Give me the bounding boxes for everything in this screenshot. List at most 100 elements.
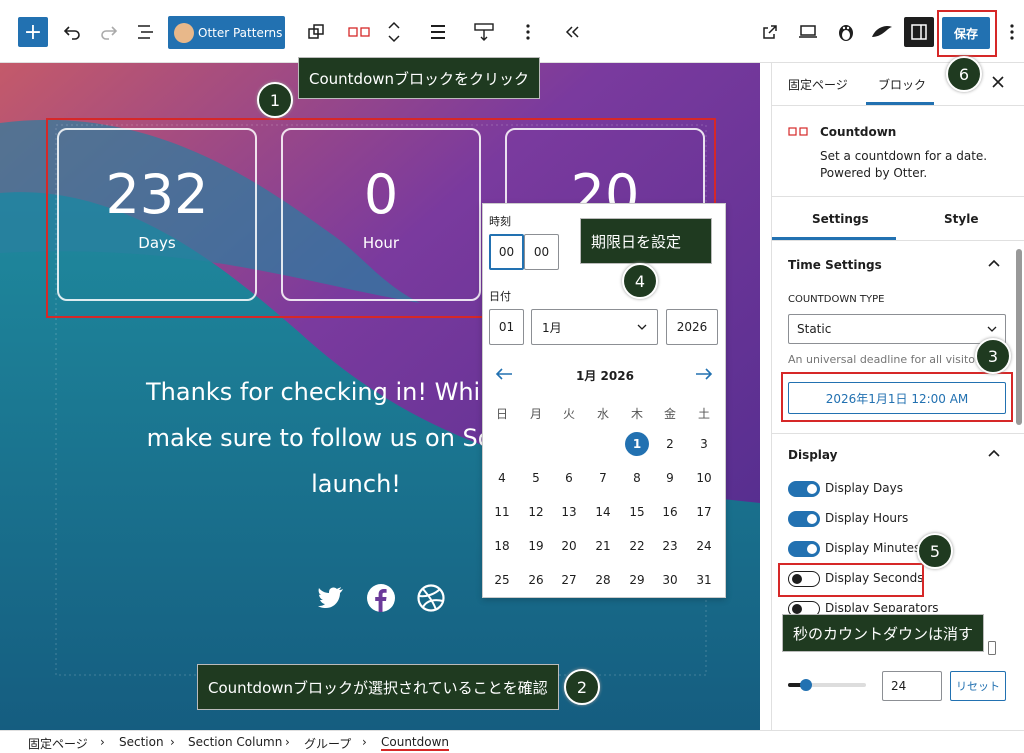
facebook-icon[interactable] bbox=[367, 584, 395, 612]
minute-input[interactable]: 00 bbox=[524, 234, 559, 270]
view-external-icon[interactable] bbox=[756, 16, 784, 48]
redo-icon[interactable] bbox=[95, 16, 123, 48]
calendar-day[interactable]: 2 bbox=[655, 434, 685, 454]
days-label: Days bbox=[138, 234, 176, 252]
align-icon[interactable] bbox=[424, 16, 452, 48]
calendar-day[interactable]: 4 bbox=[487, 468, 517, 488]
calendar-day[interactable]: 15 bbox=[622, 502, 652, 522]
calendar-day[interactable]: 9 bbox=[655, 468, 685, 488]
countdown-block-icon[interactable] bbox=[345, 16, 373, 48]
countdown-help-text: An universal deadline for all visitors bbox=[788, 353, 986, 366]
tab-block[interactable]: ブロック bbox=[878, 76, 926, 93]
calendar-day[interactable]: 13 bbox=[554, 502, 584, 522]
calendar-day[interactable]: 14 bbox=[588, 502, 618, 522]
calendar-day[interactable]: 10 bbox=[689, 468, 719, 488]
calendar-day[interactable]: 5 bbox=[521, 468, 551, 488]
hour-input[interactable]: 00 bbox=[489, 234, 524, 270]
breadcrumb-item-group[interactable]: グループ bbox=[304, 735, 351, 752]
weekday-label: 金 bbox=[663, 407, 676, 421]
settings-sidebar-icon[interactable] bbox=[904, 17, 934, 47]
countdown-hours[interactable]: 0 Hour bbox=[281, 128, 481, 301]
move-up-down-icon[interactable] bbox=[380, 16, 408, 48]
time-settings-title[interactable]: Time Settings bbox=[788, 258, 882, 272]
calendar-day[interactable]: 30 bbox=[655, 570, 685, 590]
calendar-day[interactable]: 19 bbox=[521, 536, 551, 556]
countdown-type-select[interactable]: Static bbox=[788, 314, 1006, 344]
penguin-icon[interactable] bbox=[832, 16, 860, 48]
chevron-up-icon[interactable] bbox=[988, 449, 1000, 457]
chevron-up-icon[interactable] bbox=[988, 259, 1000, 267]
twitter-icon[interactable] bbox=[318, 586, 344, 608]
calendar-month-title: 1月 2026 bbox=[576, 369, 634, 383]
toggle-label: Display Hours bbox=[825, 511, 909, 525]
undo-icon[interactable] bbox=[58, 16, 86, 48]
calendar-day[interactable]: 22 bbox=[622, 536, 652, 556]
reset-button[interactable]: リセット bbox=[950, 671, 1006, 701]
range-thumb[interactable] bbox=[800, 679, 812, 691]
calendar-day[interactable]: 28 bbox=[588, 570, 618, 590]
calendar-day[interactable]: 29 bbox=[622, 570, 652, 590]
date-button[interactable]: 2026年1月1日 12:00 AM bbox=[788, 382, 1006, 414]
annotation-set-deadline: 期限日を設定 bbox=[580, 218, 712, 264]
breadcrumb-item-countdown[interactable]: Countdown bbox=[381, 735, 450, 751]
options-menu-icon[interactable] bbox=[998, 16, 1024, 48]
toggle-switch[interactable] bbox=[788, 481, 820, 497]
save-button[interactable]: 保存 bbox=[942, 17, 990, 49]
calendar-day[interactable]: 18 bbox=[487, 536, 517, 556]
subtab-style[interactable]: Style bbox=[944, 212, 978, 226]
calendar-day[interactable]: 16 bbox=[655, 502, 685, 522]
calendar-day[interactable]: 27 bbox=[554, 570, 584, 590]
date-label: 日付 bbox=[489, 290, 511, 303]
block-description-1: Set a countdown for a date. bbox=[820, 149, 988, 163]
range-input[interactable]: 24 bbox=[882, 671, 942, 701]
tab-page[interactable]: 固定ページ bbox=[788, 76, 848, 93]
collapse-toolbar-icon[interactable] bbox=[558, 16, 586, 48]
more-options-icon[interactable] bbox=[514, 16, 542, 48]
calendar-day[interactable]: 6 bbox=[554, 468, 584, 488]
display-title[interactable]: Display bbox=[788, 448, 837, 462]
countdown-days[interactable]: 232 Days bbox=[57, 128, 257, 301]
month-select[interactable]: 1月 bbox=[531, 309, 658, 345]
close-icon[interactable] bbox=[992, 76, 1004, 88]
day-input[interactable]: 01 bbox=[489, 309, 524, 345]
calendar-day[interactable]: 25 bbox=[487, 570, 517, 590]
block-spacing-icon[interactable] bbox=[470, 16, 498, 48]
subtab-settings[interactable]: Settings bbox=[812, 212, 869, 226]
block-title: Countdown bbox=[820, 125, 897, 139]
calendar-day[interactable]: 7 bbox=[588, 468, 618, 488]
calendar-day[interactable]: 8 bbox=[622, 468, 652, 488]
leaf-icon[interactable] bbox=[868, 16, 896, 48]
calendar-week-row: 25 26 27 28 29 30 31 bbox=[483, 570, 727, 590]
breadcrumb-item-page[interactable]: 固定ページ bbox=[28, 735, 88, 752]
calendar-day[interactable]: 3 bbox=[689, 434, 719, 454]
year-input[interactable]: 2026 bbox=[666, 309, 718, 345]
calendar-day[interactable]: 21 bbox=[588, 536, 618, 556]
calendar-week-row: 123 bbox=[483, 432, 727, 456]
chevron-right-icon: › bbox=[170, 735, 175, 749]
calendar-day[interactable]: 20 bbox=[554, 536, 584, 556]
list-view-icon[interactable] bbox=[132, 16, 160, 48]
step-3-badge: 3 bbox=[975, 338, 1011, 374]
calendar-day-selected[interactable]: 1 bbox=[625, 432, 649, 456]
breadcrumb-item-section-column[interactable]: Section Column bbox=[188, 735, 282, 749]
toggle-switch[interactable] bbox=[788, 511, 820, 527]
calendar-day[interactable]: 12 bbox=[521, 502, 551, 522]
next-month-icon[interactable] bbox=[695, 368, 713, 380]
dribbble-icon[interactable] bbox=[417, 584, 445, 612]
sidebar-scrollbar[interactable] bbox=[1016, 249, 1022, 425]
breadcrumb-item-section[interactable]: Section bbox=[119, 735, 164, 749]
toggle-label: Display Minutes bbox=[825, 541, 921, 555]
mobile-icon[interactable] bbox=[988, 641, 996, 655]
calendar-day[interactable]: 23 bbox=[655, 536, 685, 556]
calendar-day[interactable]: 24 bbox=[689, 536, 719, 556]
parent-block-icon[interactable] bbox=[302, 16, 330, 48]
add-block-button[interactable]: + bbox=[18, 17, 48, 47]
calendar-day[interactable]: 26 bbox=[521, 570, 551, 590]
toggle-switch[interactable] bbox=[788, 541, 820, 557]
toggle-switch[interactable] bbox=[788, 571, 820, 587]
otter-patterns-button[interactable]: Otter Patterns bbox=[168, 16, 285, 49]
calendar-day[interactable]: 11 bbox=[487, 502, 517, 522]
desktop-preview-icon[interactable] bbox=[794, 16, 822, 48]
calendar-day[interactable]: 31 bbox=[689, 570, 719, 590]
calendar-day[interactable]: 17 bbox=[689, 502, 719, 522]
